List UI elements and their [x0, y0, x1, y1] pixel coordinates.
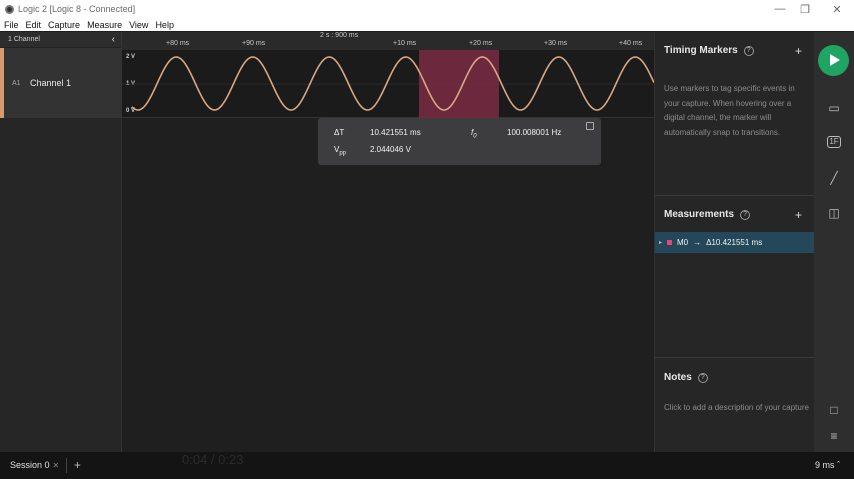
divider: [66, 458, 67, 473]
maximize-button[interactable]: ❐: [790, 0, 820, 18]
ruler-icon[interactable]: ╱: [824, 171, 844, 187]
timing-markers-section: Timing Markers?: [664, 45, 754, 56]
menu-icon[interactable]: ≡: [824, 429, 844, 445]
vpp-value: 2.044046 V: [370, 145, 411, 154]
analyzer-icon[interactable]: 1F: [827, 136, 841, 148]
notes-title: Notes: [664, 372, 692, 383]
close-button[interactable]: ✕: [822, 0, 852, 18]
arrow-right-icon: →: [693, 238, 702, 247]
session-tab[interactable]: Session 0 ✕: [10, 460, 59, 470]
close-tab-icon[interactable]: ✕: [53, 461, 60, 470]
collapse-chevron-icon[interactable]: ‹: [112, 34, 115, 45]
measurements-section: Measurements?: [664, 209, 751, 220]
menu-file[interactable]: File: [4, 20, 19, 30]
extensions-icon[interactable]: ◫: [824, 206, 844, 222]
measurement-row[interactable]: ▸ M0 → Δ10.421551 ms: [655, 232, 815, 253]
waveform-svg: [122, 50, 654, 118]
ruler-tick: +40 ms: [619, 40, 643, 47]
channel-id: A1: [12, 80, 21, 87]
expand-caret-icon[interactable]: ▸: [659, 239, 662, 246]
menu-capture[interactable]: Capture: [48, 20, 80, 30]
timing-markers-title: Timing Markers: [664, 45, 738, 56]
waveform-view[interactable]: 2 s : 900 ms +80 ms +90 ms +10 ms +20 ms…: [122, 32, 654, 452]
measurement-value: Δ10.421551 ms: [706, 238, 763, 247]
ruler-tick: +20 ms: [469, 40, 493, 47]
ghost-video-time: 0:04 / 0:23: [182, 452, 244, 467]
timing-markers-description: Use markers to tag specific events in yo…: [664, 84, 795, 137]
title-bar: Logic 2 [Logic 8 - Connected]: [0, 0, 854, 18]
divider: [655, 357, 815, 358]
comment-icon[interactable]: □: [824, 403, 844, 419]
measurement-tooltip: ΔT 10.421551 ms f0 100.008001 Hz Vpp 2.0…: [318, 118, 601, 165]
help-icon[interactable]: ?: [697, 373, 708, 383]
menu-bar: File Edit Capture Measure View Help: [0, 18, 854, 31]
channel-row[interactable]: A1 Channel 1: [0, 48, 121, 118]
frequency-value: 100.008001 Hz: [507, 128, 562, 137]
add-measurement-button[interactable]: +: [795, 208, 802, 222]
ruler-tick: +10 ms: [393, 40, 417, 47]
ruler-tick: +30 ms: [544, 40, 568, 47]
time-ruler[interactable]: 2 s : 900 ms +80 ms +90 ms +10 ms +20 ms…: [122, 32, 654, 50]
menu-help[interactable]: Help: [155, 20, 174, 30]
frequency-label: f0: [471, 128, 477, 140]
menu-view[interactable]: View: [129, 20, 148, 30]
tool-bar: ▭ 1F ╱ ◫ □ ≡: [814, 32, 854, 452]
vpp-label: Vpp: [334, 145, 347, 157]
notes-section: Notes?: [664, 372, 708, 383]
add-marker-button[interactable]: +: [795, 44, 802, 58]
notes-input[interactable]: Click to add a description of your captu…: [664, 401, 810, 416]
channels-header: 1 Channel ‹: [0, 32, 121, 48]
menu-measure[interactable]: Measure: [87, 20, 122, 30]
channel-name: Channel 1: [30, 78, 72, 88]
measurement-highlight[interactable]: [419, 50, 499, 118]
ruler-center-label: 2 s : 900 ms: [320, 32, 359, 39]
measurement-color-swatch: [667, 240, 673, 245]
measurements-title: Measurements: [664, 209, 735, 220]
new-session-button[interactable]: +: [74, 458, 81, 472]
ruler-tick: +80 ms: [166, 40, 190, 47]
delta-t-value: 10.421551 ms: [370, 128, 421, 137]
zoom-level[interactable]: 9 ms ˆ: [815, 460, 840, 470]
window-title: Logic 2 [Logic 8 - Connected]: [18, 4, 136, 14]
app-logo-icon: [5, 4, 14, 14]
help-icon[interactable]: ?: [743, 46, 754, 56]
device-icon[interactable]: ▭: [824, 101, 844, 117]
menu-edit[interactable]: Edit: [26, 20, 42, 30]
ruler-tick: +90 ms: [242, 40, 266, 47]
measurement-id: M0: [677, 238, 689, 247]
start-capture-button[interactable]: [818, 45, 849, 76]
delta-t-label: ΔT: [334, 128, 345, 137]
side-panel: Timing Markers? + Use markers to tag spe…: [654, 32, 815, 452]
channels-panel: 1 Channel ‹ A1 Channel 1: [0, 32, 122, 452]
divider: [655, 195, 815, 196]
channel-count: 1 Channel: [8, 36, 40, 43]
help-icon[interactable]: ?: [740, 210, 751, 220]
copy-icon[interactable]: [586, 122, 594, 130]
session-bar: 0:04 / 0:23 Session 0 ✕ + 9 ms ˆ: [0, 452, 854, 479]
channel-waveform[interactable]: 2 V 1 V 0 V: [122, 50, 654, 118]
